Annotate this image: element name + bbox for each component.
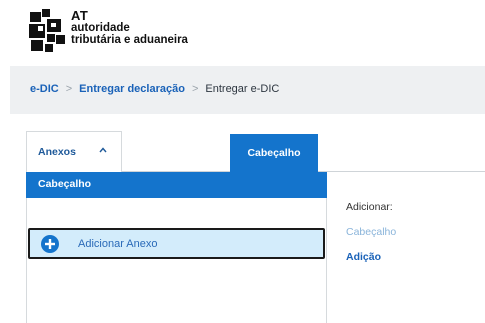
brand-at: AT xyxy=(71,8,89,23)
breadcrumb-separator: > xyxy=(65,83,73,95)
sidebar-item-label: Cabeçalho xyxy=(38,178,92,190)
breadcrumb-separator: > xyxy=(191,83,199,95)
detail-action-link[interactable]: Adição xyxy=(346,251,381,263)
detail-subtitle: Cabeçalho xyxy=(346,226,397,238)
breadcrumb: e-DIC > Entregar declaração > Entregar e-DIC xyxy=(30,83,279,95)
tab-cabecalho[interactable]: Cabeçalho xyxy=(230,134,318,172)
brand-line-2: tributária e aduaneira xyxy=(71,34,188,46)
site-header: AT autoridade tributária e aduaneira xyxy=(0,0,485,66)
breadcrumb-item-current: Entregar e-DIC xyxy=(205,83,280,95)
tab-anexos-label: Anexos xyxy=(38,146,76,158)
at-logo-icon[interactable] xyxy=(27,9,67,53)
detail-title: Adicionar: xyxy=(346,201,393,213)
plus-circle-icon xyxy=(41,235,59,253)
breadcrumb-item-entregar-declaracao[interactable]: Entregar declaração xyxy=(79,83,185,95)
brand-line-1: autoridade xyxy=(71,22,130,34)
sidebar-item-cabecalho[interactable]: Cabeçalho xyxy=(26,172,327,198)
add-annex-button[interactable]: Adicionar Anexo xyxy=(28,228,325,259)
add-annex-label: Adicionar Anexo xyxy=(78,238,158,250)
brand-wordmark[interactable]: AT autoridade tributária e aduaneira xyxy=(71,8,188,46)
chevron-up-icon xyxy=(99,147,107,153)
tab-anexos[interactable]: Anexos xyxy=(26,131,122,172)
breadcrumb-item-edic[interactable]: e-DIC xyxy=(30,83,59,95)
breadcrumb-bar: e-DIC > Entregar declaração > Entregar e-DIC xyxy=(10,66,485,114)
